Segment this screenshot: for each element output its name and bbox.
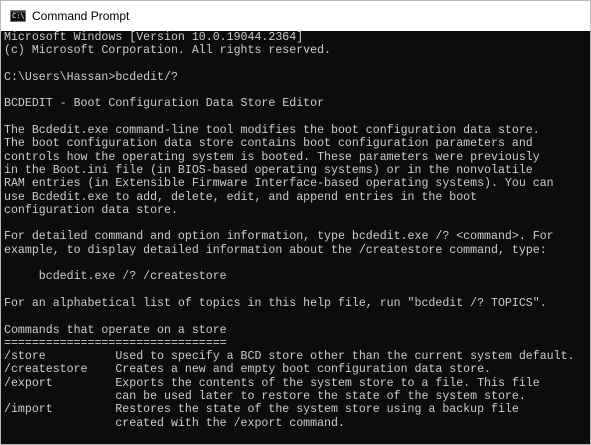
console-line: /export Exports the contents of the syst… bbox=[4, 376, 540, 390]
console-line: (c) Microsoft Corporation. All rights re… bbox=[4, 44, 331, 58]
command-prompt-window: C:\ Command Prompt Microsoft Windows [Ve… bbox=[0, 0, 591, 445]
console-line: RAM entries (in Extensible Firmware Inte… bbox=[4, 177, 554, 191]
console-line: ================================ bbox=[4, 336, 227, 350]
console-line: Microsoft Windows [Version 10.0.19044.23… bbox=[4, 31, 304, 44]
console-line: /createstore Creates a new and empty boo… bbox=[4, 363, 492, 377]
console-line: Commands that operate on a store bbox=[4, 323, 227, 337]
console-line: /store Used to specify a BCD store other… bbox=[4, 350, 575, 364]
console-line: For detailed command and option informat… bbox=[4, 230, 554, 244]
console-icon-glyph: C:\ bbox=[12, 12, 25, 20]
console-line: BCDEDIT - Boot Configuration Data Store … bbox=[4, 97, 325, 111]
console-icon: C:\ bbox=[10, 10, 26, 22]
window-title: Command Prompt bbox=[32, 9, 130, 23]
console-line: created with the /export command. bbox=[4, 416, 345, 430]
console-line: C:\Users\Hassan>bcdedit/? bbox=[4, 70, 178, 84]
console-output-area[interactable]: Microsoft Windows [Version 10.0.19044.23… bbox=[1, 31, 590, 444]
console-line: For an alphabetical list of topics in th… bbox=[4, 296, 547, 310]
console-text: Microsoft Windows [Version 10.0.19044.23… bbox=[1, 31, 590, 430]
console-line: in the Boot.ini file (in BIOS-based oper… bbox=[4, 163, 533, 177]
console-line: The Bcdedit.exe command-line tool modifi… bbox=[4, 124, 540, 138]
title-bar[interactable]: C:\ Command Prompt bbox=[1, 1, 590, 31]
console-line: The boot configuration data store contai… bbox=[4, 137, 533, 151]
console-line: use Bcdedit.exe to add, delete, edit, an… bbox=[4, 190, 478, 204]
console-line: controls how the operating system is boo… bbox=[4, 150, 540, 164]
console-line: /import Restores the state of the system… bbox=[4, 403, 519, 417]
console-line: can be used later to restore the state o… bbox=[4, 390, 526, 404]
console-line: example, to display detailed information… bbox=[4, 243, 547, 257]
console-line: bcdedit.exe /? /createstore bbox=[4, 270, 227, 284]
console-line: configuration data store. bbox=[4, 203, 178, 217]
